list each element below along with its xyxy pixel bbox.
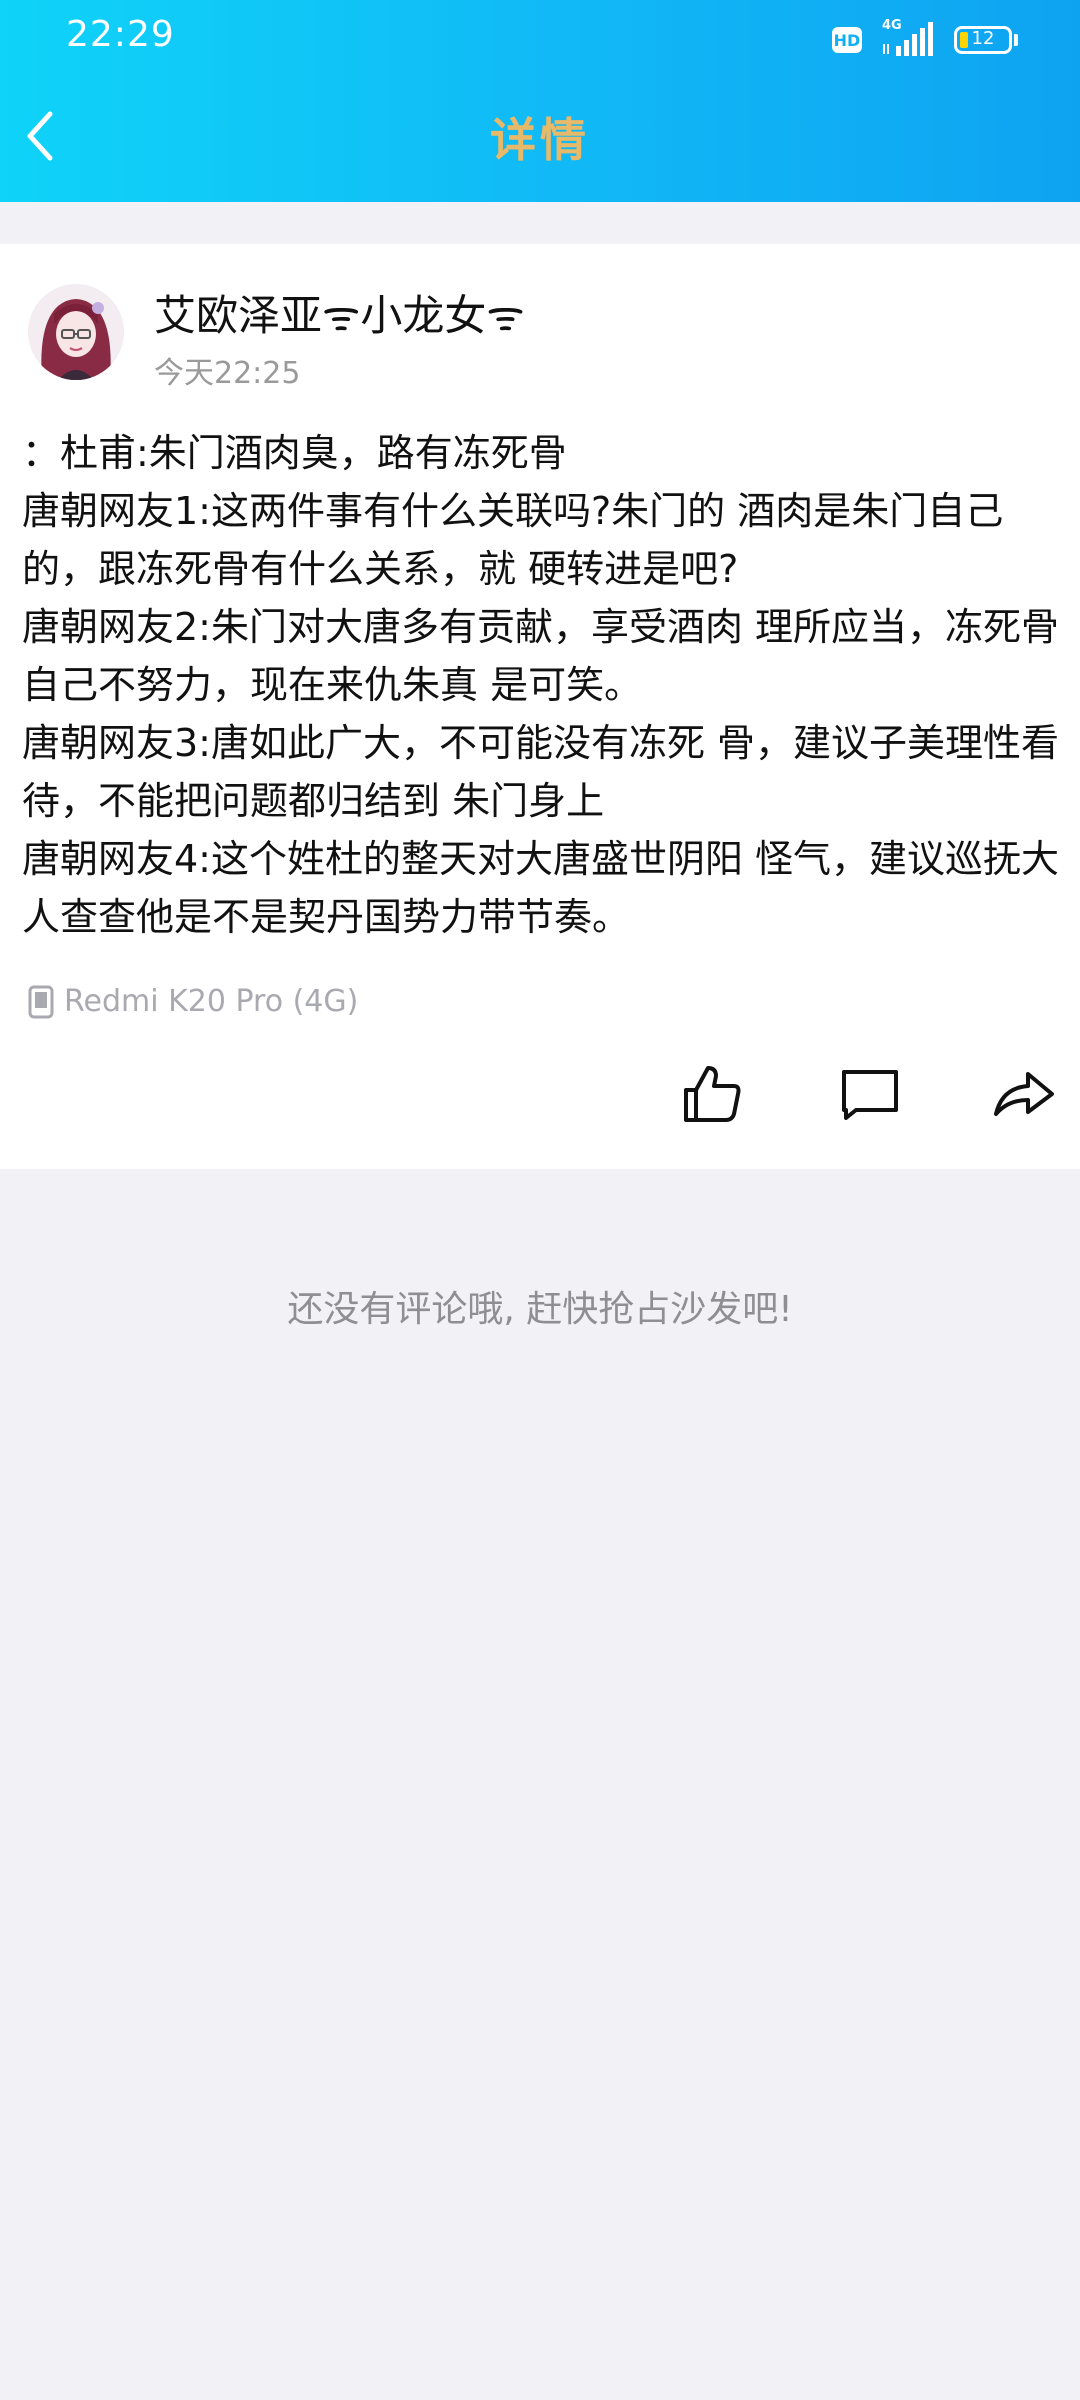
like-button[interactable] (680, 1062, 744, 1126)
empty-comments-text: 还没有评论哦, 赶快抢占沙发吧! (287, 1289, 793, 1330)
avatar[interactable] (28, 284, 124, 380)
battery-level: 12 (971, 28, 995, 49)
share-button[interactable] (992, 1062, 1056, 1126)
hd-badge: HD (832, 27, 862, 53)
thumbs-up-icon (684, 1066, 741, 1122)
signal-icon: 4G (880, 18, 936, 58)
post-card: 艾欧泽亚ᯤ小龙女ᯤ 今天22:25 ：杜甫:朱门酒肉臭，路有冻死骨 唐朝网友1:… (0, 244, 1080, 1169)
share-icon (994, 1072, 1054, 1116)
device-info: Redmi K20 Pro (4G) (28, 984, 358, 1019)
device-name: Redmi K20 Pro (4G) (64, 984, 359, 1019)
battery-icon: 12 (954, 26, 1018, 54)
author-name[interactable]: 艾欧泽亚ᯤ小龙女ᯤ (154, 282, 525, 343)
comment-icon (842, 1070, 898, 1120)
top-bar: 22:29 HD 4G 12 详情 (0, 0, 1080, 202)
page-title: 详情 (490, 113, 590, 167)
phone-icon (28, 985, 54, 1018)
action-bar (0, 1062, 1080, 1132)
status-time: 22:29 (66, 14, 175, 55)
post-time: 今天22:25 (154, 356, 301, 391)
post-content: ：杜甫:朱门酒肉臭，路有冻死骨 唐朝网友1:这两件事有什么关联吗?朱门的 酒肉是… (22, 431, 1060, 939)
comment-button[interactable] (838, 1062, 902, 1126)
status-icons: HD 4G 12 (832, 18, 1018, 60)
